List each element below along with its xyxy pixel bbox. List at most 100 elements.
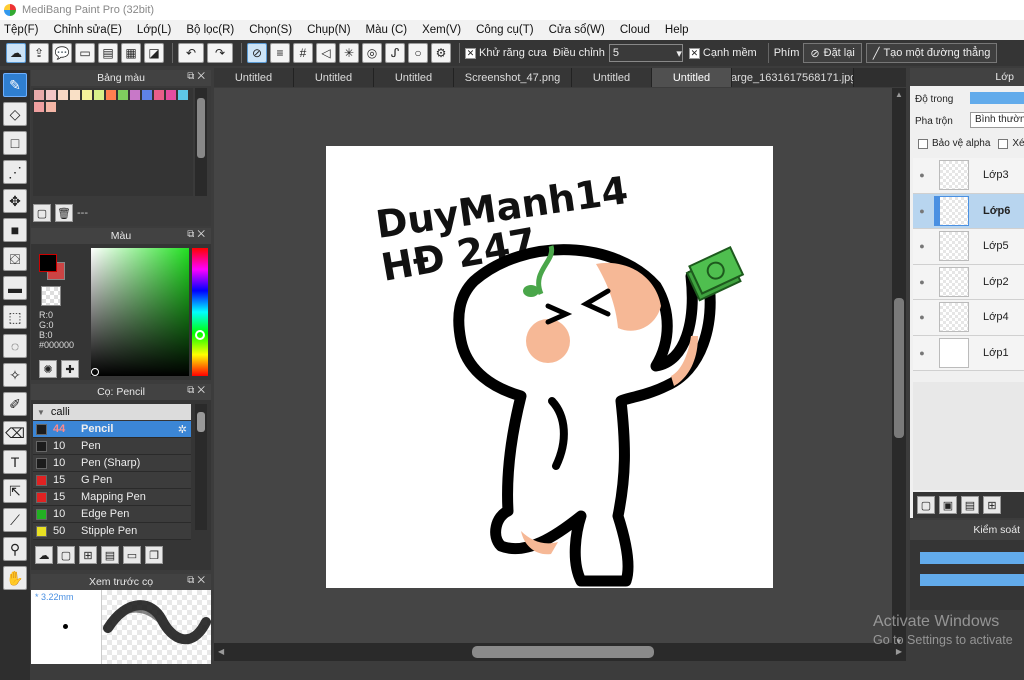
tab-document-active[interactable]: Untitled: [652, 68, 732, 87]
rect-tool-icon[interactable]: □: [3, 131, 27, 155]
radial-snap-icon[interactable]: ✳: [339, 43, 359, 63]
control-slider[interactable]: [920, 552, 1024, 564]
color-wheel-icon[interactable]: ✺: [39, 360, 57, 378]
palette-scroll-thumb[interactable]: [197, 98, 205, 158]
cross-snap-icon[interactable]: #: [293, 43, 313, 63]
layer-row[interactable]: ● Lớp2: [913, 264, 1024, 300]
brush-item[interactable]: 10 Pen (Sharp): [33, 455, 191, 472]
operation-tool-icon[interactable]: ⇱: [3, 479, 27, 503]
menu-window[interactable]: Cửa sổ(W): [549, 24, 605, 36]
sv-cursor[interactable]: [91, 368, 99, 376]
layer-row[interactable]: ● Lớp6: [913, 193, 1024, 229]
vanishing-point-icon[interactable]: ◁: [316, 43, 336, 63]
menu-color[interactable]: Màu (C): [366, 24, 408, 36]
concentric-snap-icon[interactable]: ◎: [362, 43, 382, 63]
tab-document[interactable]: Untitled: [214, 68, 294, 87]
canvas-horizontal-scrollbar[interactable]: ◀ ▶: [214, 643, 906, 661]
curve-snap-icon[interactable]: ᔑ: [385, 43, 405, 63]
tab-document[interactable]: large_1631617568171.jpg: [732, 68, 854, 87]
menu-help[interactable]: Help: [665, 24, 689, 36]
palette-swatch[interactable]: [82, 90, 92, 100]
new-8bit-layer-icon[interactable]: ▤: [961, 496, 979, 514]
layer-row[interactable]: ● Lớp4: [913, 300, 1024, 336]
new-brush-icon[interactable]: ▢: [57, 546, 75, 564]
layer-row[interactable]: ● Lớp3: [913, 158, 1024, 194]
panel-controls-icon[interactable]: ⧉✕: [187, 229, 208, 240]
export-icon[interactable]: ⇪: [29, 43, 49, 63]
visibility-eye-icon[interactable]: ●: [913, 241, 931, 251]
magic-wand-tool-icon[interactable]: ✧: [3, 363, 27, 387]
tab-document[interactable]: Untitled: [572, 68, 652, 87]
select-eraser-tool-icon[interactable]: ⌫: [3, 421, 27, 445]
collapse-triangle-icon[interactable]: ▼: [37, 408, 45, 417]
palette-swatch[interactable]: [58, 90, 68, 100]
palette-swatch[interactable]: [178, 90, 188, 100]
palette-swatch[interactable]: [34, 90, 44, 100]
new-palette-icon[interactable]: ▢: [33, 204, 51, 222]
visibility-eye-icon[interactable]: ●: [913, 206, 931, 216]
redo-icon[interactable]: ↷: [207, 43, 233, 63]
brush-scroll-thumb[interactable]: [197, 412, 205, 432]
antialias-checkbox[interactable]: ✕ Khử răng cưa: [465, 47, 547, 59]
add-layer-menu-icon[interactable]: ⊞: [983, 496, 1001, 514]
panel-layout-icon[interactable]: ▦: [121, 43, 141, 63]
menu-edit[interactable]: Chỉnh sửa(E): [54, 24, 122, 36]
clip-checkbox[interactable]: [998, 138, 1009, 149]
horizontal-scroll-thumb[interactable]: [472, 646, 654, 658]
menu-tools[interactable]: Công cụ(T): [476, 24, 534, 36]
visibility-eye-icon[interactable]: ●: [913, 312, 931, 322]
brush-item[interactable]: 15 Mapping Pen: [33, 489, 191, 506]
brush-item[interactable]: 15 G Pen: [33, 472, 191, 489]
brush-settings-icon[interactable]: ▤: [101, 546, 119, 564]
layer-row[interactable]: ● Lớp5: [913, 229, 1024, 265]
palette-swatch[interactable]: [106, 90, 116, 100]
canvas-vertical-scrollbar[interactable]: ▲ ▼: [892, 88, 906, 648]
menu-select[interactable]: Chọn(S): [249, 24, 292, 36]
tab-document[interactable]: Screenshot_47.png: [454, 68, 572, 87]
vertical-scroll-thumb[interactable]: [894, 298, 904, 438]
add-brush-icon[interactable]: ⊞: [79, 546, 97, 564]
trash-icon[interactable]: 🗑: [55, 204, 73, 222]
eyedropper-tool-icon[interactable]: ⚲: [3, 537, 27, 561]
move-tool-icon[interactable]: ✥: [3, 189, 27, 213]
divide-tool-icon[interactable]: ⟋: [3, 508, 27, 532]
panel-controls-icon[interactable]: ⧉✕: [187, 385, 208, 396]
select-pen-tool-icon[interactable]: ✐: [3, 392, 27, 416]
palette-swatch[interactable]: [118, 90, 128, 100]
protect-alpha-checkbox[interactable]: [918, 138, 928, 149]
drawing-canvas[interactable]: DuyManh14 HĐ 247: [326, 146, 773, 588]
palette-swatch[interactable]: [154, 90, 164, 100]
duplicate-icon[interactable]: ❐: [145, 546, 163, 564]
menu-file[interactable]: Tệp(F): [4, 24, 39, 36]
palette-swatch[interactable]: [142, 90, 152, 100]
new-layer-icon[interactable]: ▢: [917, 496, 935, 514]
control-slider[interactable]: [920, 574, 1024, 586]
scroll-up-icon[interactable]: ▲: [895, 90, 903, 99]
visibility-eye-icon[interactable]: ●: [913, 277, 931, 287]
canvas-workspace[interactable]: DuyManh14 HĐ 247: [214, 88, 892, 643]
visibility-eye-icon[interactable]: ●: [913, 170, 931, 180]
eraser-tool-icon[interactable]: ◇: [3, 102, 27, 126]
brush-scrollbar[interactable]: [195, 404, 207, 530]
text-tool-icon[interactable]: T: [3, 450, 27, 474]
palette-swatch[interactable]: [130, 90, 140, 100]
snap-off-icon[interactable]: ⊘: [247, 43, 267, 63]
blend-mode-select[interactable]: Bình thường: [970, 112, 1024, 128]
hue-slider[interactable]: [192, 248, 208, 376]
tab-document[interactable]: Untitled: [294, 68, 374, 87]
brush-group-row[interactable]: ▼ calli: [33, 404, 191, 420]
cloud-brush-icon[interactable]: ☁: [35, 546, 53, 564]
dot-line-tool-icon[interactable]: ⋰: [3, 160, 27, 184]
palette-swatch[interactable]: [70, 90, 80, 100]
palette-swatch[interactable]: [166, 90, 176, 100]
palette-scrollbar[interactable]: [195, 88, 207, 196]
reset-button[interactable]: ⊘ Đặt lại: [803, 43, 862, 63]
brush-item[interactable]: 50 Stipple Pen: [33, 523, 191, 540]
panel-controls-icon[interactable]: ⧉✕: [187, 575, 208, 586]
new-halftone-layer-icon[interactable]: ▣: [939, 496, 957, 514]
brush-settings-gear-icon[interactable]: ✲: [178, 423, 187, 436]
select-tool-icon[interactable]: ⬚: [3, 305, 27, 329]
adjust-select[interactable]: 5 ▾: [608, 44, 683, 62]
hand-tool-icon[interactable]: ✋: [3, 566, 27, 590]
saturation-value-picker[interactable]: [91, 248, 189, 376]
